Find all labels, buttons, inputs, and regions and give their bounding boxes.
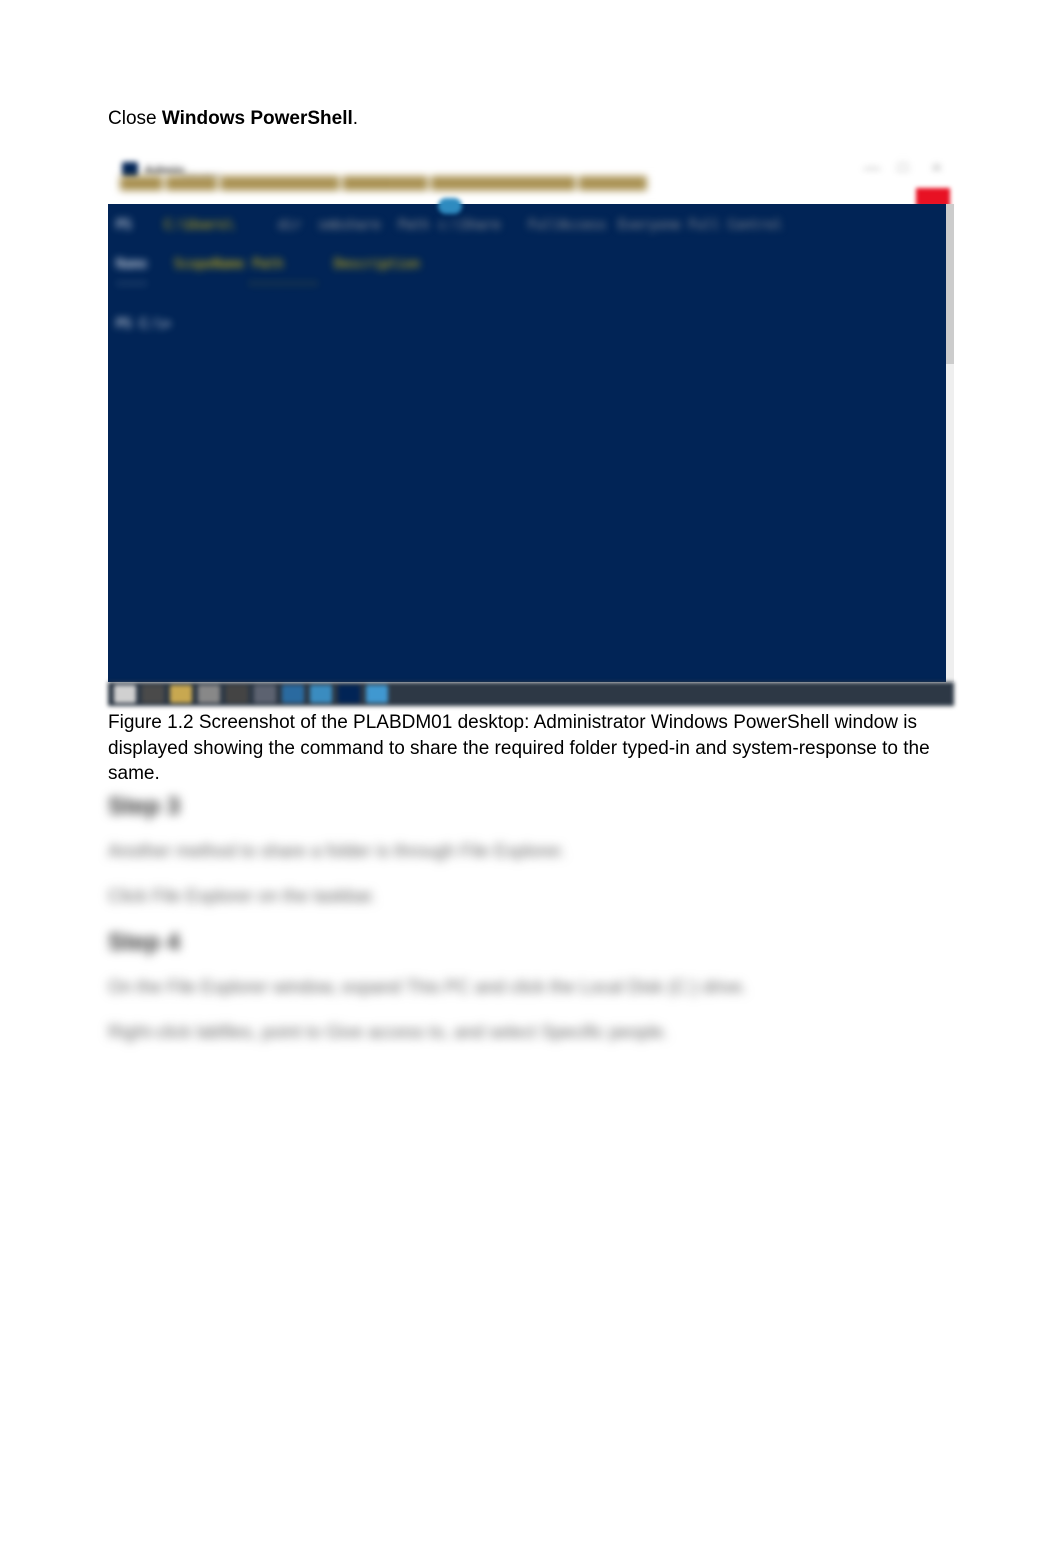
step3-heading: Step 3 — [108, 793, 954, 821]
instruction-text: Close Windows PowerShell. — [108, 108, 954, 130]
terminal-divider-1: ---- — [116, 276, 147, 291]
taskbar-app-5 — [282, 685, 304, 703]
search-icon — [142, 685, 164, 703]
command-bar: █████ ██████ ██████████████ ██████████ █… — [108, 176, 954, 194]
terminal-cmd-1: dir — [278, 218, 301, 233]
terminal-prompt-1: PS — [116, 218, 132, 233]
terminal-path-1: C:\Users\ — [164, 218, 234, 233]
instruction-prefix: Close — [108, 108, 162, 129]
terminal-arg-1: smbshare — [318, 218, 381, 233]
terminal-header-1: Name — [116, 257, 147, 272]
terminal-arg-2: Path — [398, 218, 429, 233]
terminal-prompt-2: PS C:\> — [116, 317, 171, 332]
taskbar-app-4 — [254, 685, 276, 703]
terminal-header-3: Description — [334, 257, 420, 272]
taskbar-app-8 — [366, 685, 388, 703]
taskbar-app-1 — [170, 685, 192, 703]
taskbar-app-2 — [198, 685, 220, 703]
terminal-arg-5: Everyone Full Control — [618, 218, 782, 233]
scrollbar-thumb — [946, 204, 954, 364]
taskbar-app-7 — [338, 685, 360, 703]
terminal-header-2: ScopeName Path — [174, 257, 284, 272]
step4-para-1: On the File Explorer window, expand This… — [108, 975, 954, 1000]
blue-indicator — [438, 198, 462, 214]
step3-para-2: Click File Explorer on the taskbar. — [108, 884, 954, 909]
terminal-body: PS C:\Users\ dir smbshare Path c:\Share … — [108, 204, 946, 682]
instruction-app-name: Windows PowerShell — [162, 108, 353, 129]
instruction-suffix: . — [353, 108, 358, 129]
taskbar-app-6 — [310, 685, 332, 703]
scrollbar — [946, 204, 954, 682]
taskbar — [108, 682, 954, 706]
taskbar-app-3 — [226, 685, 248, 703]
terminal-divider-2: --------- — [248, 276, 318, 291]
start-icon — [114, 685, 136, 703]
close-icon: × — [932, 160, 946, 174]
screenshot-figure: Admin istrator — □ × █████ ██████ ██████… — [108, 154, 954, 706]
terminal-arg-3: c:\Share — [438, 218, 501, 233]
minimize-icon: — — [864, 160, 878, 174]
step3-para-1: Another method to share a folder is thro… — [108, 839, 954, 864]
step4-heading: Step 4 — [108, 929, 954, 957]
figure-caption: Figure 1.2 Screenshot of the PLABDM01 de… — [108, 710, 954, 787]
maximize-icon: □ — [898, 160, 912, 174]
terminal-arg-4: FullAccess — [528, 218, 606, 233]
step4-para-2: Right-click labfiles, point to Give acce… — [108, 1020, 954, 1045]
